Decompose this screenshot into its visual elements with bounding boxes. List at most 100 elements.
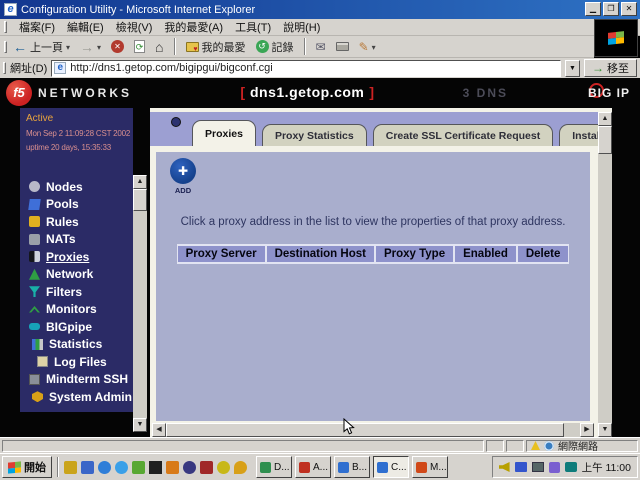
go-arrow-icon [592, 61, 604, 75]
scroll-up-icon[interactable] [598, 112, 612, 126]
favorites-button[interactable]: 我的最愛 [182, 37, 250, 57]
sidebar-item-rules[interactable]: Rules [20, 213, 133, 231]
addressbar-grip[interactable] [3, 62, 6, 74]
tray-icon-4[interactable] [549, 462, 560, 473]
menu-favorites[interactable]: 我的最愛(A) [164, 19, 223, 35]
tab-install-ssl-certificate[interactable]: Install SSL Certif [559, 124, 598, 146]
monitors-icon [29, 304, 40, 315]
quicklaunch-icon-6[interactable] [149, 461, 162, 474]
stop-button[interactable] [107, 37, 128, 57]
display-icon[interactable] [532, 462, 544, 472]
scroll-down-icon[interactable] [598, 423, 612, 437]
task-button-2[interactable]: A... [295, 456, 331, 478]
sidebar-item-statistics[interactable]: Statistics [20, 336, 133, 354]
tray-icon-5[interactable] [565, 462, 577, 472]
ie-document-icon [4, 3, 17, 16]
toolbar-grip[interactable] [4, 41, 7, 53]
task-button-1[interactable]: D... [256, 456, 292, 478]
quicklaunch-icon-8[interactable] [183, 461, 196, 474]
sidebar-scrollbar[interactable] [133, 175, 147, 432]
scroll-down-icon[interactable] [133, 418, 147, 432]
favorites-icon [186, 42, 199, 52]
edit-dropdown-icon[interactable] [372, 41, 376, 53]
ie-throbber [594, 19, 638, 57]
start-button[interactable]: 開始 [2, 456, 52, 478]
add-proxy-button[interactable] [170, 158, 196, 184]
print-button[interactable] [332, 37, 353, 57]
quick-launch [64, 461, 247, 474]
sidebar-item-network[interactable]: Network [20, 266, 133, 284]
sidebar-item-monitors[interactable]: Monitors [20, 301, 133, 319]
mail-button[interactable] [312, 37, 330, 57]
quicklaunch-icon-5[interactable] [132, 461, 145, 474]
nodes-icon [29, 181, 40, 192]
window-controls [585, 2, 637, 16]
status-message-panel [2, 440, 484, 452]
proxy-table-header-row: Proxy Server Destination Host Proxy Type… [156, 244, 590, 264]
quicklaunch-icon-4[interactable] [115, 461, 128, 474]
vertical-scrollbar[interactable] [598, 112, 612, 437]
sidebar-item-nats[interactable]: NATs [20, 231, 133, 249]
menu-grip[interactable] [4, 21, 7, 33]
quicklaunch-icon-10[interactable] [217, 461, 230, 474]
refresh-button[interactable] [130, 37, 149, 57]
status-panel [486, 440, 504, 452]
sidebar-item-mindterm-ssh[interactable]: Mindterm SSH [20, 371, 133, 389]
tab-create-ssl-certificate-request[interactable]: Create SSL Certificate Request [373, 124, 553, 146]
task-icon [338, 462, 349, 473]
menu-tools[interactable]: 工具(T) [235, 19, 271, 35]
tab-proxies[interactable]: Proxies [192, 120, 256, 146]
scroll-up-icon[interactable] [133, 175, 147, 189]
sidebar-item-nodes[interactable]: Nodes [20, 178, 133, 196]
network-map-widget[interactable] [158, 114, 194, 132]
sidebar-item-bigpipe[interactable]: BIGpipe [20, 318, 133, 336]
minimize-button[interactable] [585, 2, 601, 16]
task-button-4-active[interactable]: C... [373, 456, 409, 478]
menu-view[interactable]: 檢視(V) [116, 19, 153, 35]
back-dropdown-icon[interactable] [66, 41, 70, 53]
task-button-5[interactable]: M... [412, 456, 448, 478]
scroll-right-icon[interactable] [580, 423, 594, 437]
address-dropdown-icon[interactable] [565, 60, 580, 77]
browser-toolbar: 上一頁 我的最愛 記錄 [0, 36, 594, 58]
history-button[interactable]: 記錄 [252, 37, 298, 57]
bracket-close: ] [369, 84, 374, 100]
taskbar-clock[interactable]: 上午 11:00 [582, 460, 631, 475]
ime-icon[interactable] [515, 462, 527, 472]
maximize-button[interactable] [603, 2, 619, 16]
forward-dropdown-icon[interactable] [97, 41, 101, 53]
sidebar-item-filters[interactable]: Filters [20, 283, 133, 301]
scrollbar-thumb[interactable] [166, 423, 564, 437]
scrollbar-thumb[interactable] [133, 189, 147, 211]
back-button[interactable]: 上一頁 [9, 37, 74, 57]
scroll-left-icon[interactable] [152, 423, 166, 437]
scrollbar-thumb[interactable] [598, 126, 612, 154]
sidebar-item-system-admin[interactable]: System Admin [20, 388, 133, 406]
go-button[interactable]: 移至 [584, 59, 637, 77]
quicklaunch-icon-11[interactable] [234, 461, 247, 474]
home-button[interactable] [151, 37, 167, 57]
quicklaunch-icon-3[interactable] [98, 461, 111, 474]
task-button-3[interactable]: B... [334, 456, 370, 478]
edit-button[interactable] [355, 37, 380, 57]
quicklaunch-icon-7[interactable] [166, 461, 179, 474]
quicklaunch-icon-9[interactable] [200, 461, 213, 474]
horizontal-scrollbar[interactable] [152, 423, 594, 437]
sidebar-item-log-files[interactable]: Log Files [20, 353, 133, 371]
start-label: 開始 [24, 459, 46, 475]
quicklaunch-icon-2[interactable] [81, 461, 94, 474]
address-input[interactable]: http://dns1.getop.com/bigipgui/bigconf.c… [51, 60, 561, 77]
close-button[interactable] [621, 2, 637, 16]
menu-help[interactable]: 說明(H) [283, 19, 320, 35]
quicklaunch-icon-1[interactable] [64, 461, 77, 474]
site-header: f5 NETWORKS [dns1.getop.com] 3 DNS BIG I… [0, 78, 640, 108]
status-datetime: Mon Sep 2 11:09:28 CST 2002 [26, 129, 127, 138]
tab-proxy-statistics[interactable]: Proxy Statistics [262, 124, 367, 146]
task-icon [299, 462, 310, 473]
forward-button[interactable] [76, 37, 105, 57]
sidebar-item-proxies[interactable]: Proxies [20, 248, 133, 266]
menu-edit[interactable]: 編輯(E) [67, 19, 104, 35]
menu-file[interactable]: 檔案(F) [19, 19, 55, 35]
sidebar-item-pools[interactable]: Pools [20, 196, 133, 214]
volume-icon[interactable] [499, 462, 510, 472]
